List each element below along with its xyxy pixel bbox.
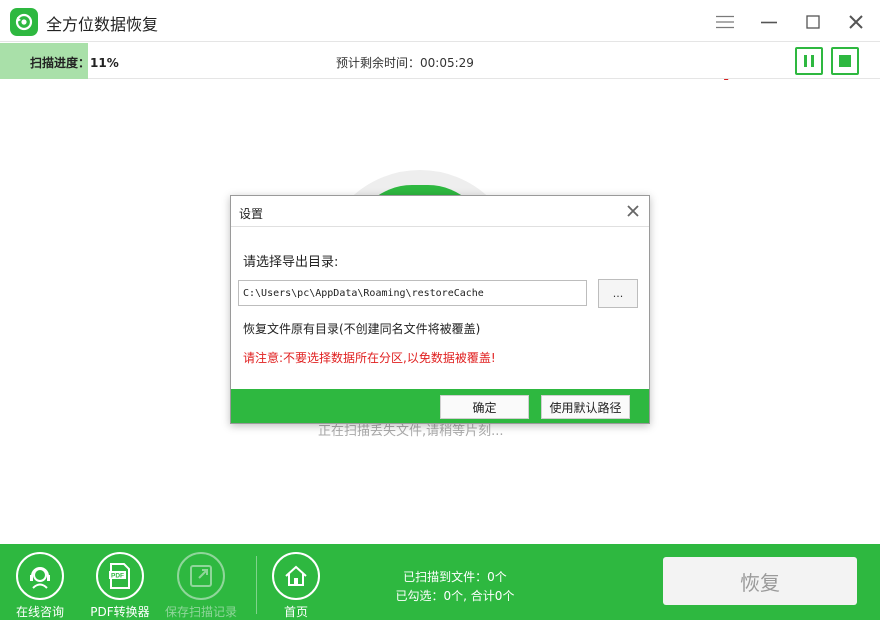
scanned-files-count: 已扫描到文件：0个 [403, 570, 507, 584]
settings-dialog: 设置 请选择导出目录: ... 恢复文件原有目录(不创建同名文件将被覆盖) 请注… [230, 195, 650, 424]
scan-stats: 已扫描到文件：0个 已勾选：0个, 合计0个 [390, 568, 520, 606]
minimize-icon[interactable] [755, 8, 783, 36]
dialog-close-icon[interactable] [625, 203, 641, 219]
browse-button[interactable]: ... [598, 279, 638, 308]
recovery-logo-icon [10, 8, 38, 36]
dialog-divider [231, 226, 649, 227]
title-bar: 全方位数据恢复 [0, 0, 880, 42]
svg-text:PDF: PDF [111, 573, 124, 580]
pdf-converter-button[interactable]: PDF PDF转换器 [80, 552, 160, 619]
home-icon [272, 552, 320, 600]
app-title: 全方位数据恢复 [46, 15, 159, 34]
headset-icon [16, 552, 64, 600]
dialog-footer: 确定 使用默认路径 [231, 389, 649, 423]
bottom-toolbar: 在线咨询 PDF PDF转换器 保存扫描记录 首页 已扫描到文件：0个 已勾选：… [0, 544, 880, 620]
ok-button[interactable]: 确定 [440, 395, 529, 419]
save-scan-record-button[interactable]: 保存扫描记录 [161, 552, 241, 619]
recover-button[interactable]: 恢复 [663, 557, 857, 605]
stop-button[interactable] [831, 47, 859, 75]
progress-label: 扫描进度：11% [30, 56, 119, 70]
restore-original-dir-option[interactable]: 恢复文件原有目录(不创建同名文件将被覆盖) [243, 320, 480, 337]
remaining-time: 预计剩余时间：00:05:29 [336, 56, 474, 70]
export-dir-prompt: 请选择导出目录: [243, 255, 339, 270]
selected-files-count: 已勾选：0个, 合计0个 [395, 589, 515, 603]
dialog-title: 设置 [239, 207, 264, 221]
default-path-button[interactable]: 使用默认路径 [541, 395, 630, 419]
pause-button[interactable] [795, 47, 823, 75]
warning-text: 请注意:不要选择数据所在分区,以免数据被覆盖! [243, 351, 496, 365]
scan-progress-bar: 扫描进度：11% 预计剩余时间：00:05:29 [0, 43, 880, 79]
stop-icon [839, 55, 851, 67]
export-path-input[interactable] [238, 280, 587, 306]
maximize-icon[interactable] [799, 8, 827, 36]
online-consult-button[interactable]: 在线咨询 [0, 552, 80, 619]
home-button[interactable]: 首页 [256, 552, 336, 619]
pause-icon [804, 55, 814, 67]
save-record-icon [177, 552, 225, 600]
close-icon[interactable] [842, 8, 870, 36]
progress-value: 11% [90, 56, 119, 70]
pdf-icon: PDF [96, 552, 144, 600]
menu-icon[interactable] [711, 8, 739, 36]
